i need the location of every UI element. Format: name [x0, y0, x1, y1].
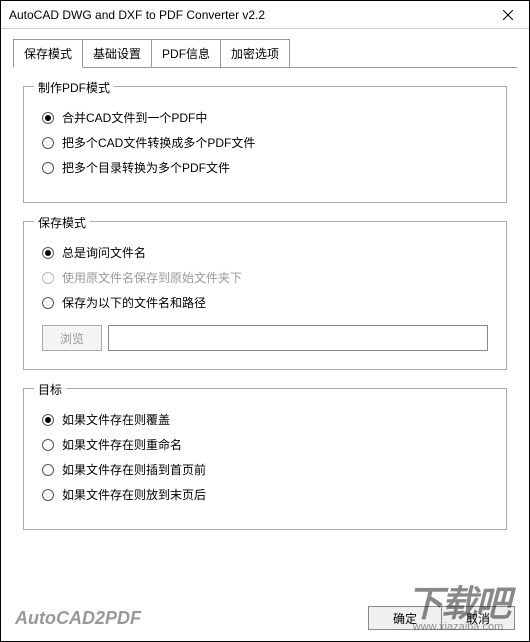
tab-basic-settings[interactable]: 基础设置 [82, 39, 152, 68]
radio-always-ask[interactable]: 总是询问文件名 [42, 244, 488, 261]
radio-label: 如果文件存在则放到末页后 [62, 486, 206, 503]
tab-encrypt-options[interactable]: 加密选项 [220, 39, 290, 68]
group-target: 目标 如果文件存在则覆盖 如果文件存在则重命名 如果文件存在则插到首页前 如果文… [23, 388, 507, 530]
radio-icon [42, 112, 54, 124]
browse-button: 浏览 [42, 325, 102, 351]
radio-icon [42, 464, 54, 476]
footer-buttons: 确定 取消 [369, 606, 515, 630]
tab-pdf-info[interactable]: PDF信息 [151, 39, 221, 68]
ok-button[interactable]: 确定 [368, 606, 442, 630]
window-title: AutoCAD DWG and DXF to PDF Converter v2.… [9, 8, 265, 22]
radio-label: 使用原文件名保存到原始文件夹下 [62, 269, 242, 286]
radio-overwrite[interactable]: 如果文件存在则覆盖 [42, 411, 488, 428]
footer: AutoCAD2PDF 确定 取消 [1, 595, 529, 641]
radio-icon [42, 414, 54, 426]
group-target-legend: 目标 [34, 381, 66, 398]
radio-label: 如果文件存在则重命名 [62, 436, 182, 453]
cancel-button[interactable]: 取消 [441, 606, 515, 630]
group-pdf-mode-legend: 制作PDF模式 [34, 79, 114, 96]
tab-bar: 保存模式 基础设置 PDF信息 加密选项 [13, 39, 529, 68]
radio-icon [42, 247, 54, 259]
brand-label: AutoCAD2PDF [15, 608, 141, 629]
group-pdf-mode: 制作PDF模式 合并CAD文件到一个PDF中 把多个CAD文件转换成多个PDF文… [23, 86, 507, 203]
path-row: 浏览 [42, 325, 488, 351]
close-icon [503, 10, 513, 20]
path-input[interactable] [108, 325, 488, 351]
radio-icon [42, 439, 54, 451]
radio-append-last[interactable]: 如果文件存在则放到末页后 [42, 486, 488, 503]
radio-use-original: 使用原文件名保存到原始文件夹下 [42, 269, 488, 286]
radio-label: 总是询问文件名 [62, 244, 146, 261]
tab-save-mode[interactable]: 保存模式 [13, 39, 83, 68]
radio-label: 合并CAD文件到一个PDF中 [62, 109, 207, 126]
radio-label: 如果文件存在则覆盖 [62, 411, 170, 428]
app-window: AutoCAD DWG and DXF to PDF Converter v2.… [0, 0, 530, 642]
radio-rename[interactable]: 如果文件存在则重命名 [42, 436, 488, 453]
radio-save-as-path[interactable]: 保存为以下的文件名和路径 [42, 294, 488, 311]
tab-content: 制作PDF模式 合并CAD文件到一个PDF中 把多个CAD文件转换成多个PDF文… [1, 68, 529, 530]
radio-label: 如果文件存在则插到首页前 [62, 461, 206, 478]
radio-label: 把多个CAD文件转换成多个PDF文件 [62, 134, 255, 151]
radio-icon [42, 137, 54, 149]
titlebar: AutoCAD DWG and DXF to PDF Converter v2.… [1, 1, 529, 29]
group-save-mode: 保存模式 总是询问文件名 使用原文件名保存到原始文件夹下 保存为以下的文件名和路… [23, 221, 507, 370]
radio-merge-one-pdf[interactable]: 合并CAD文件到一个PDF中 [42, 109, 488, 126]
radio-icon [42, 272, 54, 284]
radio-icon [42, 162, 54, 174]
radio-label: 保存为以下的文件名和路径 [62, 294, 206, 311]
radio-insert-first[interactable]: 如果文件存在则插到首页前 [42, 461, 488, 478]
close-button[interactable] [487, 1, 529, 29]
radio-label: 把多个目录转换为多个PDF文件 [62, 159, 230, 176]
radio-multi-files[interactable]: 把多个CAD文件转换成多个PDF文件 [42, 134, 488, 151]
group-save-mode-legend: 保存模式 [34, 214, 90, 231]
radio-multi-dirs[interactable]: 把多个目录转换为多个PDF文件 [42, 159, 488, 176]
radio-icon [42, 489, 54, 501]
radio-icon [42, 297, 54, 309]
